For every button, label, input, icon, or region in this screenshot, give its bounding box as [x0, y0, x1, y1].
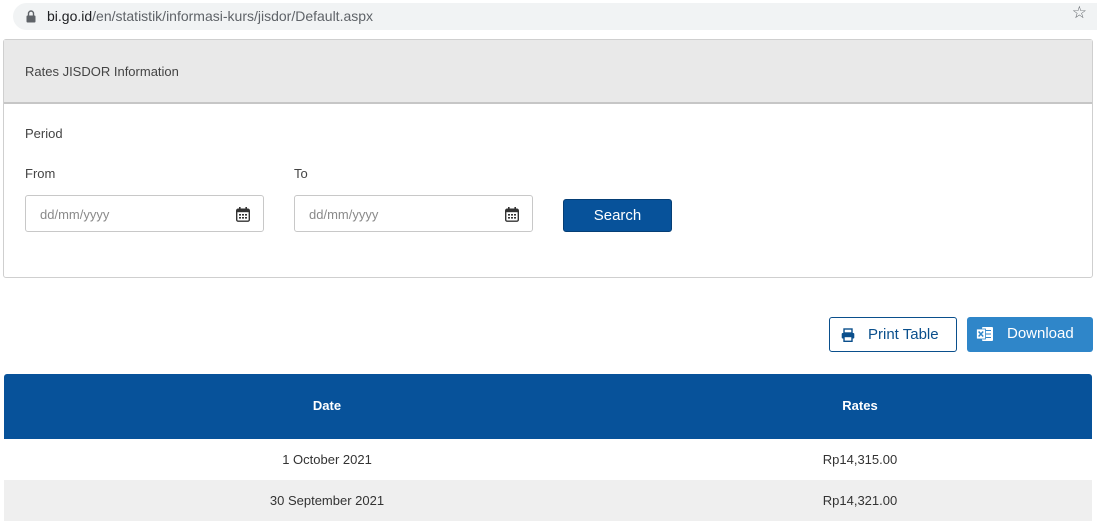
- url-text: bi.go.id/en/statistik/informasi-kurs/jis…: [47, 8, 373, 24]
- from-date-placeholder: dd/mm/yyyy: [40, 207, 110, 222]
- print-table-button[interactable]: Print Table: [829, 317, 957, 352]
- jisdor-search-panel: Rates JISDOR Information Period From To …: [3, 39, 1093, 278]
- to-date-placeholder: dd/mm/yyyy: [309, 207, 379, 222]
- to-date-input[interactable]: dd/mm/yyyy: [294, 195, 533, 232]
- row-rate: Rp14,315.00: [822, 452, 898, 467]
- table-row: 30 September 2021 Rp14,321.00: [4, 480, 1092, 521]
- url-host: bi.go.id: [47, 8, 93, 24]
- download-button[interactable]: Download: [967, 317, 1093, 352]
- period-label: Period: [25, 126, 63, 141]
- from-date-input[interactable]: dd/mm/yyyy: [25, 195, 264, 232]
- column-header-date[interactable]: Date: [4, 398, 650, 413]
- excel-icon: [976, 327, 993, 341]
- url-path: /en/statistik/informasi-kurs/jisdor/Defa…: [92, 8, 374, 24]
- row-date: 30 September 2021: [269, 493, 385, 508]
- search-button[interactable]: Search: [563, 199, 672, 232]
- to-label: To: [294, 166, 308, 181]
- panel-header: Rates JISDOR Information: [4, 40, 1092, 104]
- download-label: Download: [1007, 325, 1074, 342]
- table-row: 1 October 2021 Rp14,315.00: [4, 439, 1092, 480]
- column-header-rates[interactable]: Rates: [650, 398, 1070, 413]
- rates-table: Date Rates 1 October 2021 Rp14,315.00 30…: [4, 374, 1092, 521]
- calendar-icon[interactable]: [236, 207, 250, 222]
- browser-address-bar: bi.go.id/en/statistik/informasi-kurs/jis…: [0, 0, 1097, 33]
- star-icon[interactable]: ☆: [1072, 3, 1087, 23]
- row-rate: Rp14,321.00: [822, 493, 898, 508]
- print-table-label: Print Table: [868, 326, 939, 343]
- lock-icon: [26, 10, 36, 23]
- table-header: Date Rates: [4, 374, 1092, 439]
- printer-icon: [841, 328, 855, 342]
- calendar-icon[interactable]: [505, 207, 519, 222]
- panel-title: Rates JISDOR Information: [25, 64, 179, 79]
- row-date: 1 October 2021: [282, 452, 372, 467]
- from-label: From: [25, 166, 56, 181]
- url-field[interactable]: bi.go.id/en/statistik/informasi-kurs/jis…: [13, 3, 1097, 30]
